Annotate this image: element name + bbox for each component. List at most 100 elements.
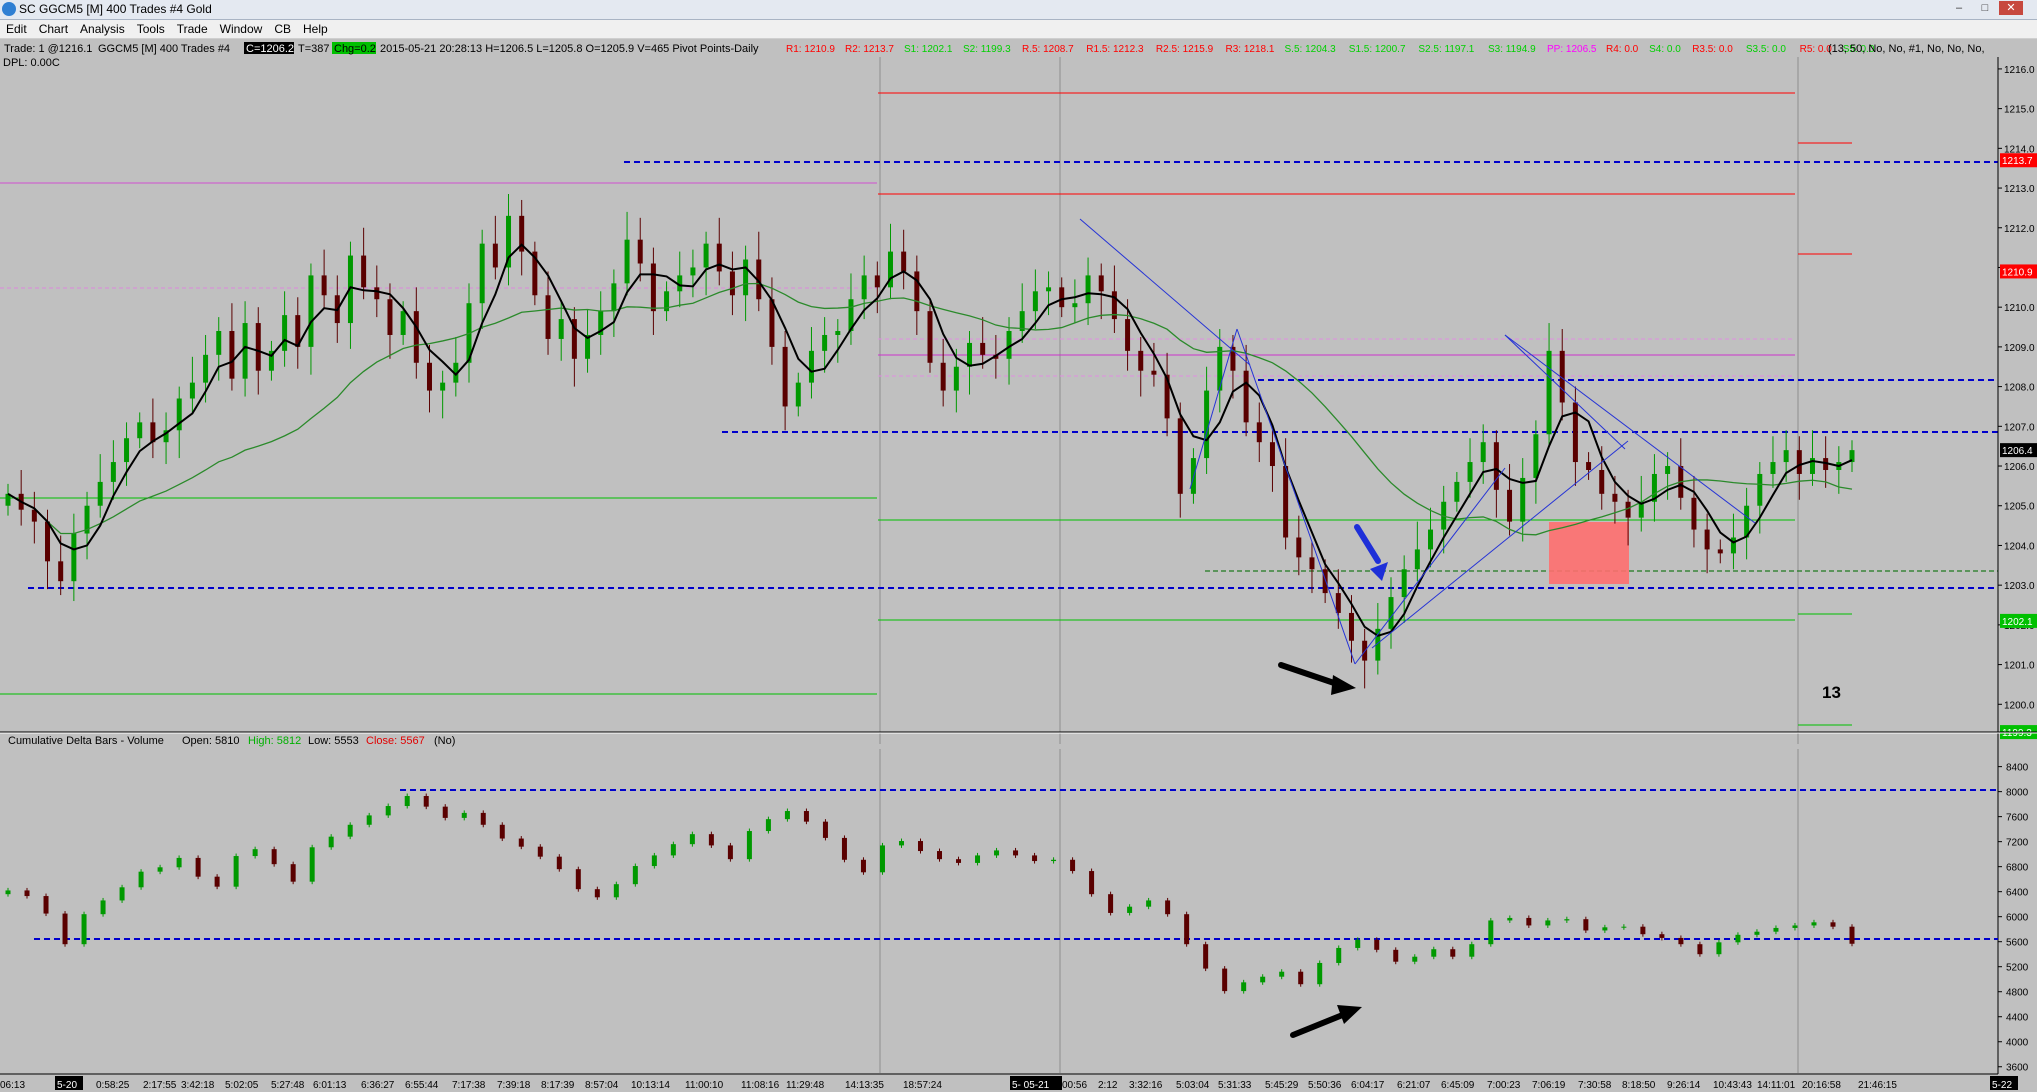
delta-bar-body — [975, 855, 981, 863]
candle-body — [374, 287, 380, 300]
delta-bar-body — [1773, 927, 1779, 932]
price-tick-label: 1200.0 — [2004, 700, 2035, 711]
price-tick-label: 1206.0 — [2004, 462, 2035, 473]
candle-body — [1243, 370, 1249, 423]
maximize-button[interactable]: □ — [1973, 1, 1997, 15]
trade-badge: Trade: 1 @1216.1 — [4, 43, 92, 55]
delta-bar-body — [803, 811, 809, 822]
candle-body — [1520, 477, 1526, 522]
time-label: 8:17:39 — [541, 1080, 575, 1091]
time-label: 18:57:24 — [903, 1080, 942, 1091]
chart-canvas[interactable]: Trade: 1 @1216.1 GGCM5 [M] 400 Trades #4… — [0, 39, 2037, 1092]
time-label: 3:42:18 — [181, 1080, 215, 1091]
candle-body — [282, 315, 288, 351]
menu-analysis[interactable]: Analysis — [74, 20, 131, 37]
time-label: 11:29:48 — [786, 1080, 825, 1091]
chart-background — [0, 39, 2037, 1092]
delta-bar-body — [632, 866, 638, 885]
candle-body — [690, 267, 696, 276]
candle-body — [1335, 593, 1341, 613]
delta-bar-body — [1222, 968, 1228, 992]
delta-open: Open: 5810 — [182, 735, 240, 747]
window-titlebar: SC GGCM5 [M] 400 Trades #4 Gold – □ ✕ — [0, 0, 2037, 20]
delta-bar-body — [43, 896, 49, 914]
price-badge: 1210.9 — [2002, 267, 2033, 278]
delta-bar-body — [1602, 927, 1608, 931]
candle-body — [71, 533, 77, 582]
symbol-label: GGCM5 [M] 400 Trades #4 — [98, 43, 230, 55]
pivot-label: R.5: 1208.7 — [1022, 44, 1074, 55]
time-label: 3:32:16 — [1129, 1080, 1163, 1091]
time-label: 7:30:58 — [1578, 1080, 1612, 1091]
delta-bar-body — [860, 859, 866, 873]
candle-body — [650, 263, 656, 312]
delta-bar-body — [252, 849, 258, 857]
delta-bar-body — [480, 812, 486, 825]
delta-bar-body — [119, 887, 125, 901]
delta-close: Close: 5567 — [366, 735, 425, 747]
time-label: 14:11:01 — [1757, 1080, 1796, 1091]
candle-body — [1125, 319, 1131, 351]
candle-body — [624, 239, 630, 284]
candle-body — [1625, 501, 1631, 518]
candle-body — [808, 350, 814, 383]
delta-bar-body — [499, 824, 505, 839]
menu-edit[interactable]: Edit — [0, 20, 33, 37]
candle-body — [440, 382, 446, 391]
candle-body — [967, 342, 973, 367]
time-label: 8:57:04 — [585, 1080, 619, 1091]
delta-bar-body — [195, 857, 201, 877]
candle-body — [1467, 462, 1473, 482]
delta-bar-body — [1640, 926, 1646, 935]
delta-tick-label: 7200 — [2006, 838, 2029, 849]
pivot-label: S1.5: 1200.7 — [1349, 44, 1406, 55]
delta-bar-body — [917, 841, 923, 852]
time-label: 21:46:15 — [1858, 1080, 1897, 1091]
chart-area[interactable]: Trade: 1 @1216.1 GGCM5 [M] 400 Trades #4… — [0, 39, 2037, 1092]
candle-body — [980, 342, 986, 355]
delta-tick-label: 4800 — [2006, 988, 2029, 999]
menu-tools[interactable]: Tools — [131, 20, 171, 37]
candle-body — [1388, 597, 1394, 629]
minimize-button[interactable]: – — [1947, 1, 1971, 15]
delta-bar-body — [290, 864, 296, 882]
delta-bar-body — [1811, 922, 1817, 926]
delta-bar-body — [1545, 920, 1551, 926]
close-button[interactable]: ✕ — [1999, 1, 2023, 15]
candle-body — [255, 323, 261, 371]
menu-chart[interactable]: Chart — [33, 20, 74, 37]
delta-bar-body — [1583, 919, 1589, 931]
delta-bar-body — [1317, 962, 1323, 985]
delta-bar-body — [1450, 949, 1456, 957]
candle-body — [1480, 442, 1486, 463]
menu-cb[interactable]: CB — [268, 20, 297, 37]
menu-window[interactable]: Window — [214, 20, 269, 37]
delta-bar-body — [1298, 971, 1304, 985]
delta-bar-body — [1279, 971, 1285, 977]
candle-body — [124, 438, 130, 463]
candle-body — [189, 382, 195, 399]
candle-body — [795, 382, 801, 407]
delta-tick-label: 4400 — [2006, 1013, 2029, 1024]
delta-bar-body — [138, 871, 144, 888]
delta-bar-body — [81, 914, 87, 945]
menu-help[interactable]: Help — [297, 20, 334, 37]
time-label: 6:36:27 — [361, 1080, 395, 1091]
candle-body — [58, 561, 64, 582]
delta-bar-body — [689, 834, 695, 845]
price-tick-label: 1215.0 — [2004, 105, 2035, 116]
menu-trade[interactable]: Trade — [171, 20, 214, 37]
time-label: 20:16:58 — [1802, 1080, 1841, 1091]
time-label: 7:00:23 — [1487, 1080, 1521, 1091]
candle-body — [479, 243, 485, 304]
delta-bar-body — [898, 841, 904, 846]
candle-body — [1138, 350, 1144, 371]
delta-bar-body — [1469, 944, 1475, 957]
window-title: SC GGCM5 [M] 400 Trades #4 Gold — [19, 2, 212, 16]
delta-bar-body — [1203, 944, 1209, 969]
delta-bar-body — [233, 856, 239, 887]
delta-bar-body — [271, 849, 277, 865]
candle-body — [229, 331, 235, 379]
delta-bar-body — [518, 838, 524, 847]
delta-bar-body — [1431, 949, 1437, 957]
